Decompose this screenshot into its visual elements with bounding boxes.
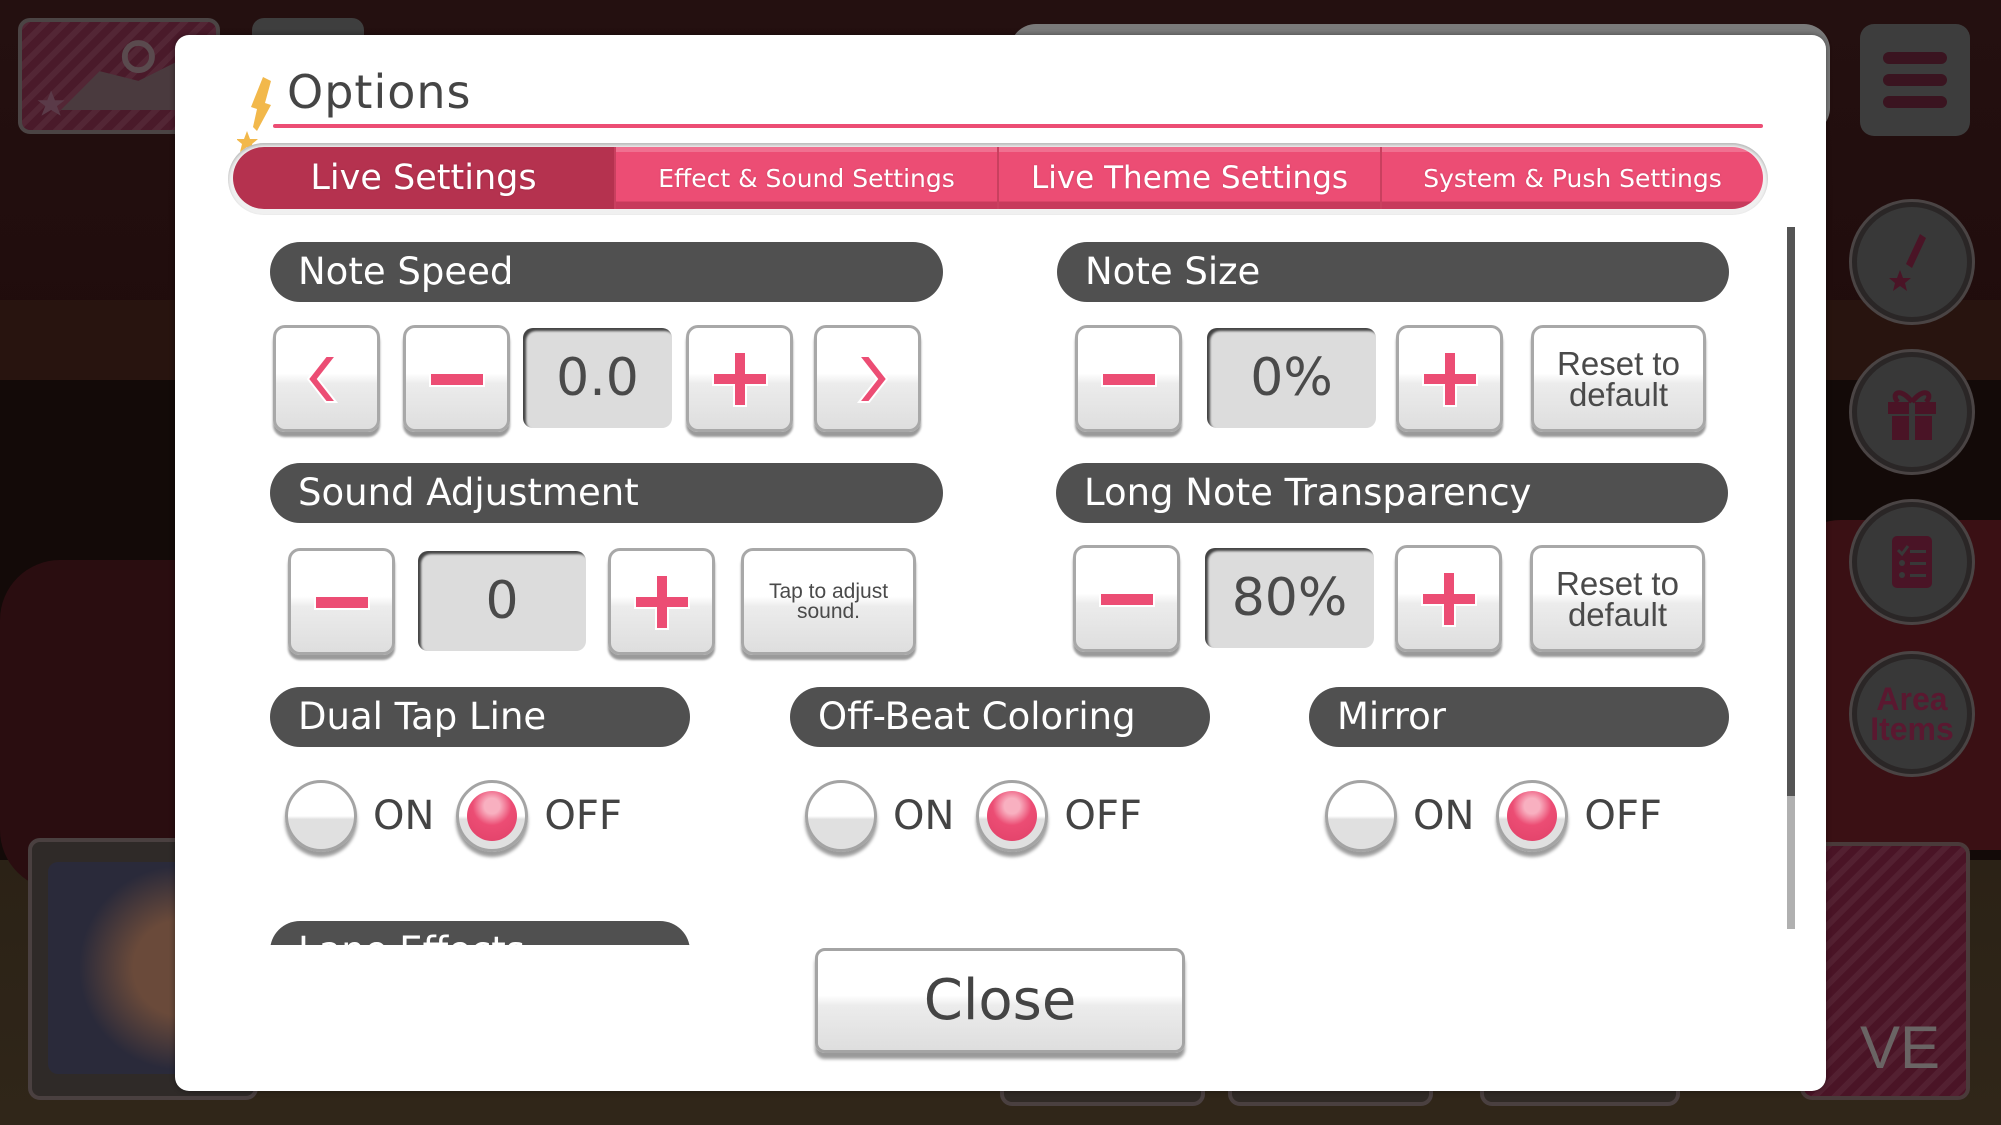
long-note-transparency-value: 80% xyxy=(1205,548,1374,648)
reset-label-line2: default xyxy=(1568,375,1669,413)
plus-icon xyxy=(711,350,768,407)
reset-label-line1: Reset to xyxy=(1556,564,1679,602)
off-beat-coloring-header: Off-Beat Coloring xyxy=(790,687,1210,747)
plus-icon xyxy=(1420,570,1477,627)
radio-selected-dot xyxy=(1507,791,1558,841)
off-beat-coloring-off-radio[interactable] xyxy=(976,780,1049,852)
note-size-reset-button[interactable]: Reset to default xyxy=(1531,325,1706,432)
radio-selected-dot xyxy=(467,791,518,841)
dual-tap-line-off-radio[interactable] xyxy=(456,780,529,852)
note-speed-plus-button[interactable] xyxy=(686,325,793,432)
tab-live-settings[interactable]: Live Settings xyxy=(233,147,616,209)
dialog-title: Options xyxy=(287,65,472,119)
minus-icon xyxy=(428,371,485,387)
plus-icon xyxy=(1421,350,1478,407)
minus-icon xyxy=(313,594,370,610)
chevron-right-icon xyxy=(856,354,888,403)
radio-selected-dot xyxy=(987,791,1038,841)
chevron-left-icon xyxy=(306,354,338,403)
dual-tap-line-on-radio[interactable] xyxy=(285,780,357,852)
note-speed-increase-large-button[interactable] xyxy=(814,325,921,432)
minus-icon xyxy=(1098,591,1155,607)
note-speed-minus-button[interactable] xyxy=(403,325,510,432)
shooting-star-icon xyxy=(1889,234,1926,291)
tab-effect-sound-settings[interactable]: Effect & Sound Settings xyxy=(616,147,999,209)
area-items-label-line2: Items xyxy=(1870,711,1954,747)
long-note-transparency-minus-button[interactable] xyxy=(1073,545,1180,652)
long-note-transparency-plus-button[interactable] xyxy=(1395,545,1502,652)
on-label: ON xyxy=(1413,793,1475,839)
long-note-transparency-reset-button[interactable]: Reset to default xyxy=(1530,545,1705,652)
tap-to-adjust-sound-button[interactable]: Tap to adjust sound. xyxy=(741,548,916,655)
on-label: ON xyxy=(893,793,955,839)
note-speed-decrease-large-button[interactable] xyxy=(273,325,380,432)
sound-adjustment-header: Sound Adjustment xyxy=(270,463,943,523)
tap-label-line2: sound. xyxy=(796,599,861,623)
live-button-label: VE xyxy=(1859,1014,1940,1081)
note-speed-header: Note Speed xyxy=(270,242,943,302)
reset-label-line1: Reset to xyxy=(1557,344,1680,382)
sound-adjustment-value: 0 xyxy=(418,551,586,651)
settings-scroll-area[interactable]: Note Speed 0.0 Note Size 0% Reset to def… xyxy=(175,225,1775,945)
area-items-round-button[interactable]: Area Items xyxy=(1852,654,1972,774)
off-beat-coloring-on-radio[interactable] xyxy=(805,780,877,852)
note-size-plus-button[interactable] xyxy=(1396,325,1503,432)
gift-icon xyxy=(1888,390,1936,440)
off-label: OFF xyxy=(1584,793,1662,839)
tab-system-push-settings[interactable]: System & Push Settings xyxy=(1382,147,1763,209)
options-round-button[interactable] xyxy=(1852,202,1972,322)
note-size-value: 0% xyxy=(1207,328,1376,428)
off-label: OFF xyxy=(1064,793,1142,839)
menu-icon-line xyxy=(1883,52,1947,64)
area-items-label: Area Items xyxy=(1870,683,1954,747)
plus-icon xyxy=(633,573,690,630)
scrollbar-track[interactable] xyxy=(1787,227,1795,929)
gift-round-button[interactable] xyxy=(1852,352,1972,472)
options-dialog: Options Live Settings Effect & Sound Set… xyxy=(175,35,1826,1091)
lane-effects-header: Lane Effects xyxy=(270,921,690,945)
scrollbar-thumb[interactable] xyxy=(1787,227,1795,796)
mirror-toggle: ON OFF xyxy=(1325,780,1684,852)
sound-adjustment-minus-button[interactable] xyxy=(288,548,395,655)
mirror-off-radio[interactable] xyxy=(1496,780,1569,852)
missions-round-button[interactable] xyxy=(1852,502,1972,622)
reset-label-line2: default xyxy=(1567,595,1668,633)
mirror-header: Mirror xyxy=(1309,687,1729,747)
long-note-transparency-header: Long Note Transparency xyxy=(1056,463,1728,523)
menu-icon-line xyxy=(1883,74,1947,86)
on-label: ON xyxy=(373,793,435,839)
checklist-icon xyxy=(1892,536,1932,588)
tab-live-theme-settings[interactable]: Live Theme Settings xyxy=(999,147,1382,209)
settings-tab-bar: Live Settings Effect & Sound Settings Li… xyxy=(228,143,1768,215)
title-underline xyxy=(273,124,1763,128)
mirror-on-radio[interactable] xyxy=(1325,780,1397,852)
dual-tap-line-toggle: ON OFF xyxy=(285,780,644,852)
menu-button[interactable] xyxy=(1860,24,1970,136)
menu-icon-line xyxy=(1883,96,1947,108)
note-size-header: Note Size xyxy=(1057,242,1729,302)
off-beat-coloring-toggle: ON OFF xyxy=(805,780,1164,852)
minus-icon xyxy=(1100,371,1157,387)
sound-adjustment-plus-button[interactable] xyxy=(608,548,715,655)
off-label: OFF xyxy=(544,793,622,839)
close-button[interactable]: Close xyxy=(815,948,1185,1053)
dual-tap-line-header: Dual Tap Line xyxy=(270,687,690,747)
note-speed-value: 0.0 xyxy=(523,328,672,428)
note-size-minus-button[interactable] xyxy=(1075,325,1182,432)
tap-label-line1: Tap to adjust xyxy=(768,579,889,603)
